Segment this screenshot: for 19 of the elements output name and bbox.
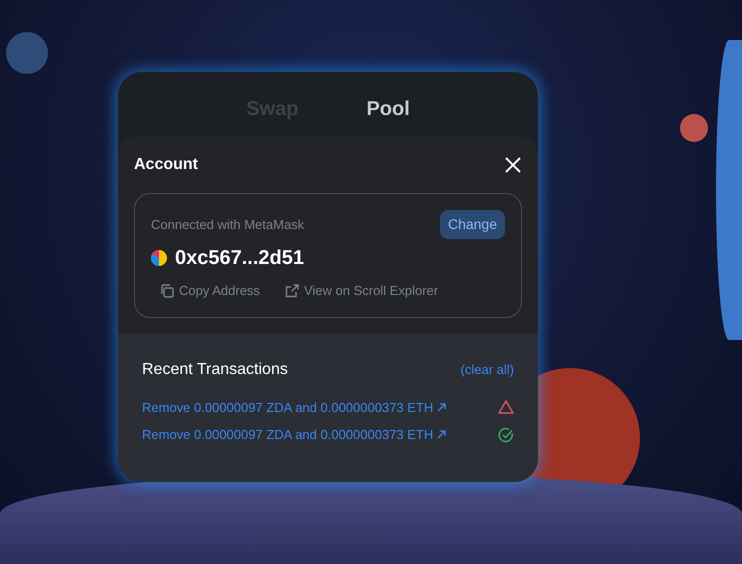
copy-address-link[interactable]: Copy Address — [159, 281, 260, 301]
tab[interactable]: Pool — [356, 88, 420, 130]
arrow-up-right-icon — [437, 430, 446, 440]
clear-all-link[interactable]: (clear all) — [460, 360, 514, 380]
connection-label: Connected with MetaMask — [151, 216, 304, 234]
modal-title: Account — [134, 155, 198, 176]
warning-icon — [498, 399, 514, 416]
check-circle-icon — [498, 426, 514, 443]
section-title: Recent Transactions — [142, 360, 288, 380]
explorer-link[interactable]: View on Scroll Explorer — [284, 281, 438, 301]
arrow-up-right-icon — [437, 402, 446, 412]
transaction-link[interactable]: Remove 0.00000097 ZDA and 0.0000000373 ETH — [142, 425, 446, 445]
wallet-avatar-icon — [151, 250, 167, 266]
external-link-icon — [284, 282, 300, 299]
change-button[interactable]: Change — [440, 210, 505, 240]
transaction-link[interactable]: Remove 0.00000097 ZDA and 0.0000000373 ETH — [142, 398, 446, 418]
close-icon[interactable] — [504, 156, 522, 174]
copy-icon — [159, 282, 175, 299]
wallet-address: 0xc567...2d51 — [175, 246, 304, 272]
